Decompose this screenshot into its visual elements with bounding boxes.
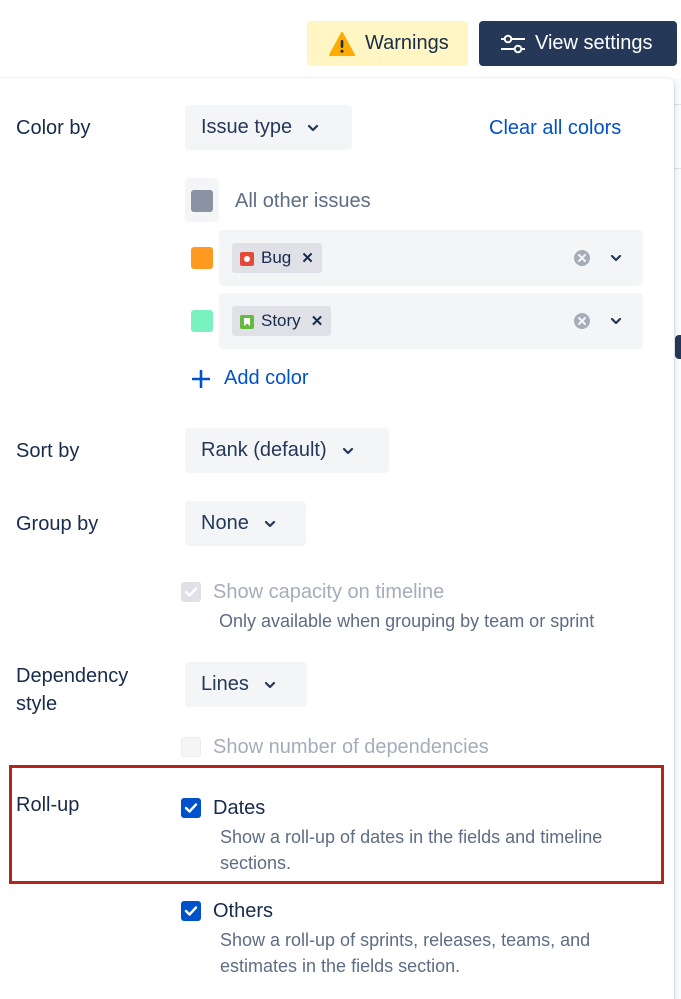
- chevron-down-icon[interactable]: [609, 316, 623, 326]
- color-by-label: Color by: [16, 117, 91, 139]
- sort-by-value: Rank (default): [201, 439, 327, 461]
- issue-type-select[interactable]: Story ✕: [219, 293, 643, 349]
- sort-by-dropdown[interactable]: Rank (default): [185, 428, 389, 473]
- tag-label: Bug: [261, 248, 292, 267]
- warnings-button[interactable]: Warnings: [307, 21, 468, 66]
- color-by-value: Issue type: [201, 116, 293, 138]
- group-by-label: Group by: [16, 513, 99, 535]
- highlight-annotation-box: [9, 765, 664, 884]
- timeline-divider: [673, 168, 681, 169]
- sliders-icon: [499, 32, 527, 56]
- color-swatch-green[interactable]: [191, 310, 213, 332]
- dependency-style-label-1: Dependency: [16, 665, 129, 687]
- remove-tag-icon[interactable]: ✕: [311, 312, 324, 330]
- chevron-down-icon: [308, 124, 319, 131]
- show-dependencies-checkbox[interactable]: [181, 737, 201, 757]
- clear-selection-icon[interactable]: [573, 312, 591, 330]
- other-issues-swatch: [191, 190, 213, 212]
- others-helper-line2: estimates in the fields section.: [220, 956, 461, 976]
- show-dependencies-label: Show number of dependencies: [213, 736, 489, 758]
- show-capacity-checkbox[interactable]: [181, 582, 201, 602]
- color-by-dropdown[interactable]: Issue type: [185, 105, 352, 150]
- issue-type-tag: Bug ✕: [232, 243, 322, 273]
- others-helper-line1: Show a roll-up of sprints, releases, tea…: [220, 930, 591, 950]
- dependency-style-dropdown[interactable]: Lines: [185, 662, 307, 707]
- timeline-background: [673, 78, 681, 999]
- color-swatch-orange[interactable]: [191, 247, 213, 269]
- dependency-style-label-2: style: [16, 693, 58, 715]
- timeline-scroll-handle[interactable]: [675, 335, 681, 359]
- group-by-dropdown[interactable]: None: [185, 501, 306, 546]
- others-label: Others: [213, 900, 274, 922]
- tag-label: Story: [261, 311, 301, 330]
- checkmark-icon: [184, 587, 198, 597]
- issue-type-select[interactable]: Bug ✕: [219, 230, 643, 286]
- view-settings-button[interactable]: View settings: [479, 21, 677, 66]
- checkmark-icon: [184, 906, 198, 916]
- other-issues-label: All other issues: [235, 190, 371, 212]
- add-color-label: Add color: [224, 367, 309, 389]
- chevron-down-icon: [264, 520, 275, 527]
- chevron-down-icon: [342, 447, 353, 454]
- remove-tag-icon[interactable]: ✕: [301, 249, 314, 267]
- warnings-label: Warnings: [365, 32, 449, 54]
- dependency-style-value: Lines: [201, 673, 249, 695]
- chevron-down-icon: [264, 681, 275, 688]
- add-color-button[interactable]: Add color: [192, 367, 309, 390]
- plus-icon: [192, 369, 210, 388]
- other-issues-swatch-button[interactable]: [185, 178, 219, 222]
- clear-selection-icon[interactable]: [573, 249, 591, 267]
- timeline-divider: [673, 104, 681, 105]
- sort-by-label: Sort by: [16, 440, 80, 462]
- view-settings-label: View settings: [535, 32, 653, 54]
- chevron-down-icon[interactable]: [609, 253, 623, 263]
- clear-all-colors-link[interactable]: Clear all colors: [489, 117, 621, 140]
- group-by-value: None: [201, 512, 249, 534]
- warning-triangle-icon: [329, 31, 355, 56]
- show-capacity-helper: Only available when grouping by team or …: [219, 611, 595, 631]
- show-capacity-label: Show capacity on timeline: [213, 581, 445, 603]
- issue-type-tag: Story ✕: [232, 306, 332, 336]
- bug-icon: [240, 251, 254, 266]
- story-icon: [240, 314, 254, 329]
- others-checkbox[interactable]: [181, 901, 201, 921]
